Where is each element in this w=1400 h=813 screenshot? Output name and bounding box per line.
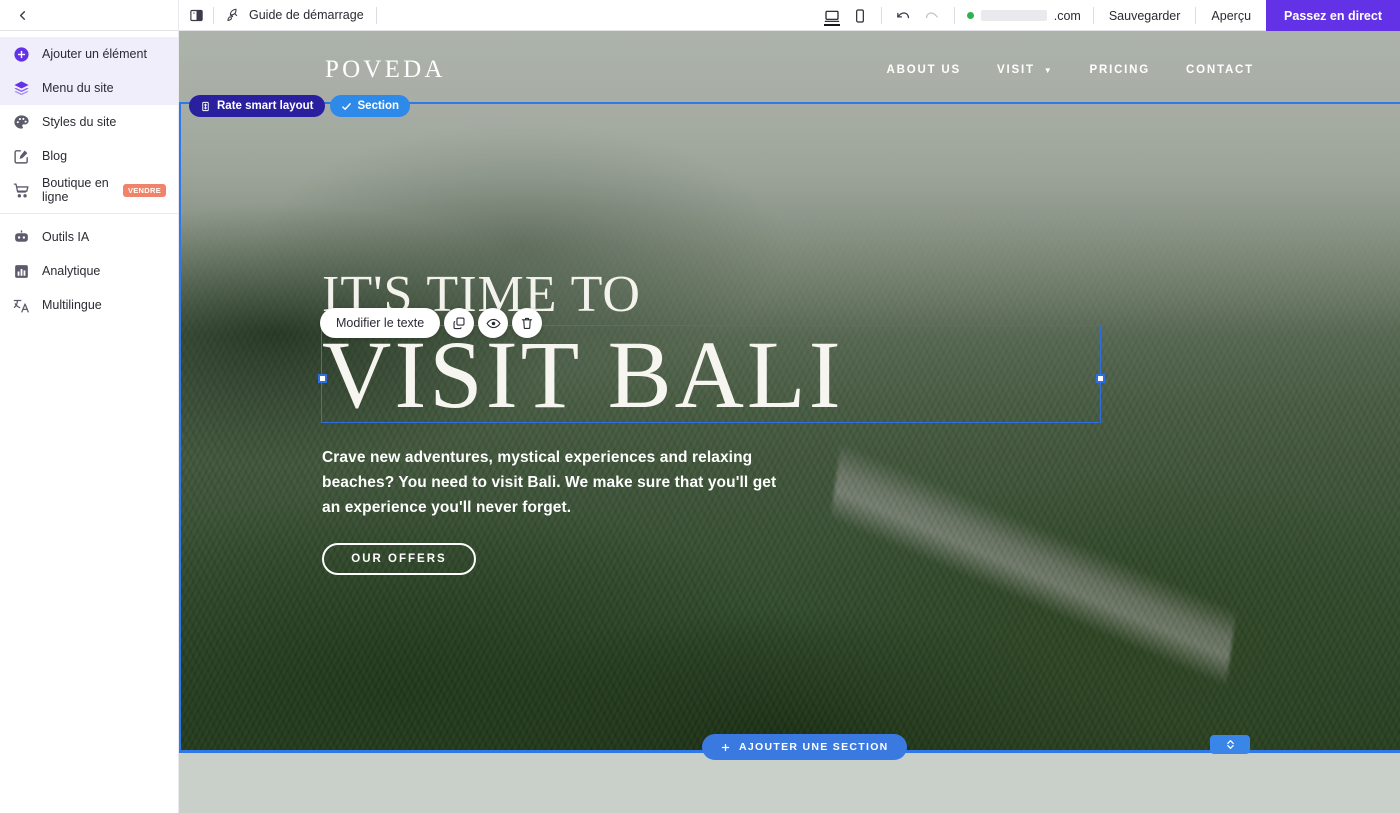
duplicate-icon[interactable]	[444, 308, 475, 338]
edit-text-button[interactable]: Modifier le texte	[320, 308, 441, 338]
sidebar-item-site-menu[interactable]: Menu du site	[0, 71, 178, 105]
sidebar-item-analytics[interactable]: Analytique	[0, 254, 178, 288]
nav-label: VISIT	[997, 64, 1035, 76]
sidebar-item-online-store[interactable]: Boutique en ligne VENDRE	[0, 173, 178, 207]
plus-icon	[720, 742, 731, 753]
robot-icon	[12, 228, 31, 247]
resize-handle-left[interactable]	[318, 374, 327, 383]
divider	[375, 6, 377, 24]
nav-item-visit[interactable]: VISIT ▼	[997, 64, 1053, 76]
sidebar-item-label: Outils IA	[42, 230, 90, 244]
nav-item-pricing[interactable]: PRICING	[1090, 64, 1151, 76]
sidebar-item-label: Styles du site	[42, 115, 117, 129]
rate-smart-layout-badge[interactable]: Rate smart layout	[189, 95, 325, 117]
sidebar-item-site-styles[interactable]: Styles du site	[0, 105, 178, 139]
domain-suffix: .com	[1053, 8, 1081, 23]
add-section-label: AJOUTER UNE SECTION	[739, 741, 889, 753]
sidebar-item-label: Boutique en ligne	[42, 176, 109, 204]
device-switcher	[811, 3, 881, 29]
mobile-icon[interactable]	[847, 3, 873, 29]
pencil-square-icon	[12, 147, 31, 166]
site-domain[interactable]: .com	[955, 9, 1093, 23]
eye-icon[interactable]	[478, 308, 509, 338]
sidebar-item-label: Blog	[42, 149, 68, 163]
topbar-right: .com Sauvegarder Aperçu Passez en direct	[811, 0, 1400, 31]
hero-paragraph[interactable]: Crave new adventures, mystical experienc…	[322, 445, 782, 520]
badge-label: Rate smart layout	[217, 100, 314, 112]
back-button[interactable]	[10, 3, 34, 27]
section-badge[interactable]: Section	[329, 95, 411, 117]
sidebar-item-label: Ajouter un élément	[42, 47, 147, 61]
sidebar-item-add-element[interactable]: Ajouter un élément	[0, 37, 178, 71]
sidebar-item-label: Analytique	[42, 264, 101, 278]
sidebar-panel-icon[interactable]	[179, 0, 213, 31]
plus-circle-icon	[12, 45, 31, 64]
topbar-left	[0, 0, 179, 30]
our-offers-button[interactable]: OUR OFFERS	[322, 543, 476, 575]
rocket-icon	[226, 8, 241, 23]
startup-guide-label: Guide de démarrage	[249, 8, 364, 22]
add-section-button[interactable]: AJOUTER UNE SECTION	[702, 734, 907, 760]
status-badge: VENDRE	[122, 183, 166, 197]
resize-handle-right[interactable]	[1096, 374, 1105, 383]
nav-label: ABOUT US	[886, 64, 962, 76]
badge-label: Section	[357, 100, 400, 112]
topbar-middle: Guide de démarrage	[179, 0, 811, 30]
section-badges: Rate smart layout Section	[189, 95, 411, 117]
history-controls	[882, 4, 954, 28]
trash-icon[interactable]	[512, 308, 543, 338]
smart-layout-icon	[200, 101, 211, 112]
layers-icon	[12, 79, 31, 98]
nav-label: CONTACT	[1186, 64, 1254, 76]
redo-icon[interactable]	[920, 4, 944, 28]
nav-item-about-us[interactable]: ABOUT US	[887, 64, 961, 76]
undo-icon[interactable]	[892, 4, 916, 28]
sidebar-item-blog[interactable]: Blog	[0, 139, 178, 173]
bar-chart-icon	[12, 262, 31, 281]
site-logo[interactable]: POVEDA	[325, 56, 446, 84]
sidebar-item-multilingual[interactable]: Multilingue	[0, 288, 178, 322]
publish-button[interactable]: Passez en direct	[1266, 0, 1400, 31]
cart-icon	[12, 181, 31, 200]
chevron-up-down-icon	[1224, 738, 1237, 751]
palette-icon	[12, 113, 31, 132]
editor-canvas: POVEDA ABOUT US VISIT ▼ PRICING CONTACT …	[179, 31, 1400, 813]
top-toolbar: Guide de démarrage .com Sauvegarder Aper…	[0, 0, 1400, 31]
sidebar-item-ai-tools[interactable]: Outils IA	[0, 220, 178, 254]
desktop-icon[interactable]	[819, 3, 845, 29]
element-toolbar: Modifier le texte	[320, 308, 543, 338]
nav-item-contact[interactable]: CONTACT	[1186, 64, 1254, 76]
status-dot	[966, 12, 974, 19]
nav-label: PRICING	[1089, 64, 1151, 76]
hero-heading-line2: VISIT BALI	[322, 321, 844, 428]
sidebar-divider	[0, 213, 178, 214]
translate-icon	[12, 296, 31, 315]
startup-guide-button[interactable]: Guide de démarrage	[214, 0, 376, 31]
chevron-down-icon: ▼	[1043, 65, 1054, 75]
hero-section[interactable]: POVEDA ABOUT US VISIT ▼ PRICING CONTACT …	[179, 31, 1400, 752]
site-nav: ABOUT US VISIT ▼ PRICING CONTACT	[887, 64, 1254, 76]
save-button[interactable]: Sauvegarder	[1094, 0, 1196, 31]
check-icon	[341, 101, 352, 112]
domain-redacted	[980, 10, 1047, 21]
sidebar-item-label: Multilingue	[42, 298, 102, 312]
section-resize-handle[interactable]	[1210, 735, 1250, 754]
sidebar-item-label: Menu du site	[42, 81, 114, 95]
preview-button[interactable]: Aperçu	[1196, 0, 1266, 31]
sidebar: Ajouter un élément Menu du site Styles d…	[0, 31, 179, 813]
hero-heading[interactable]: IT'S TIME TO VISIT BALI	[322, 269, 1112, 427]
